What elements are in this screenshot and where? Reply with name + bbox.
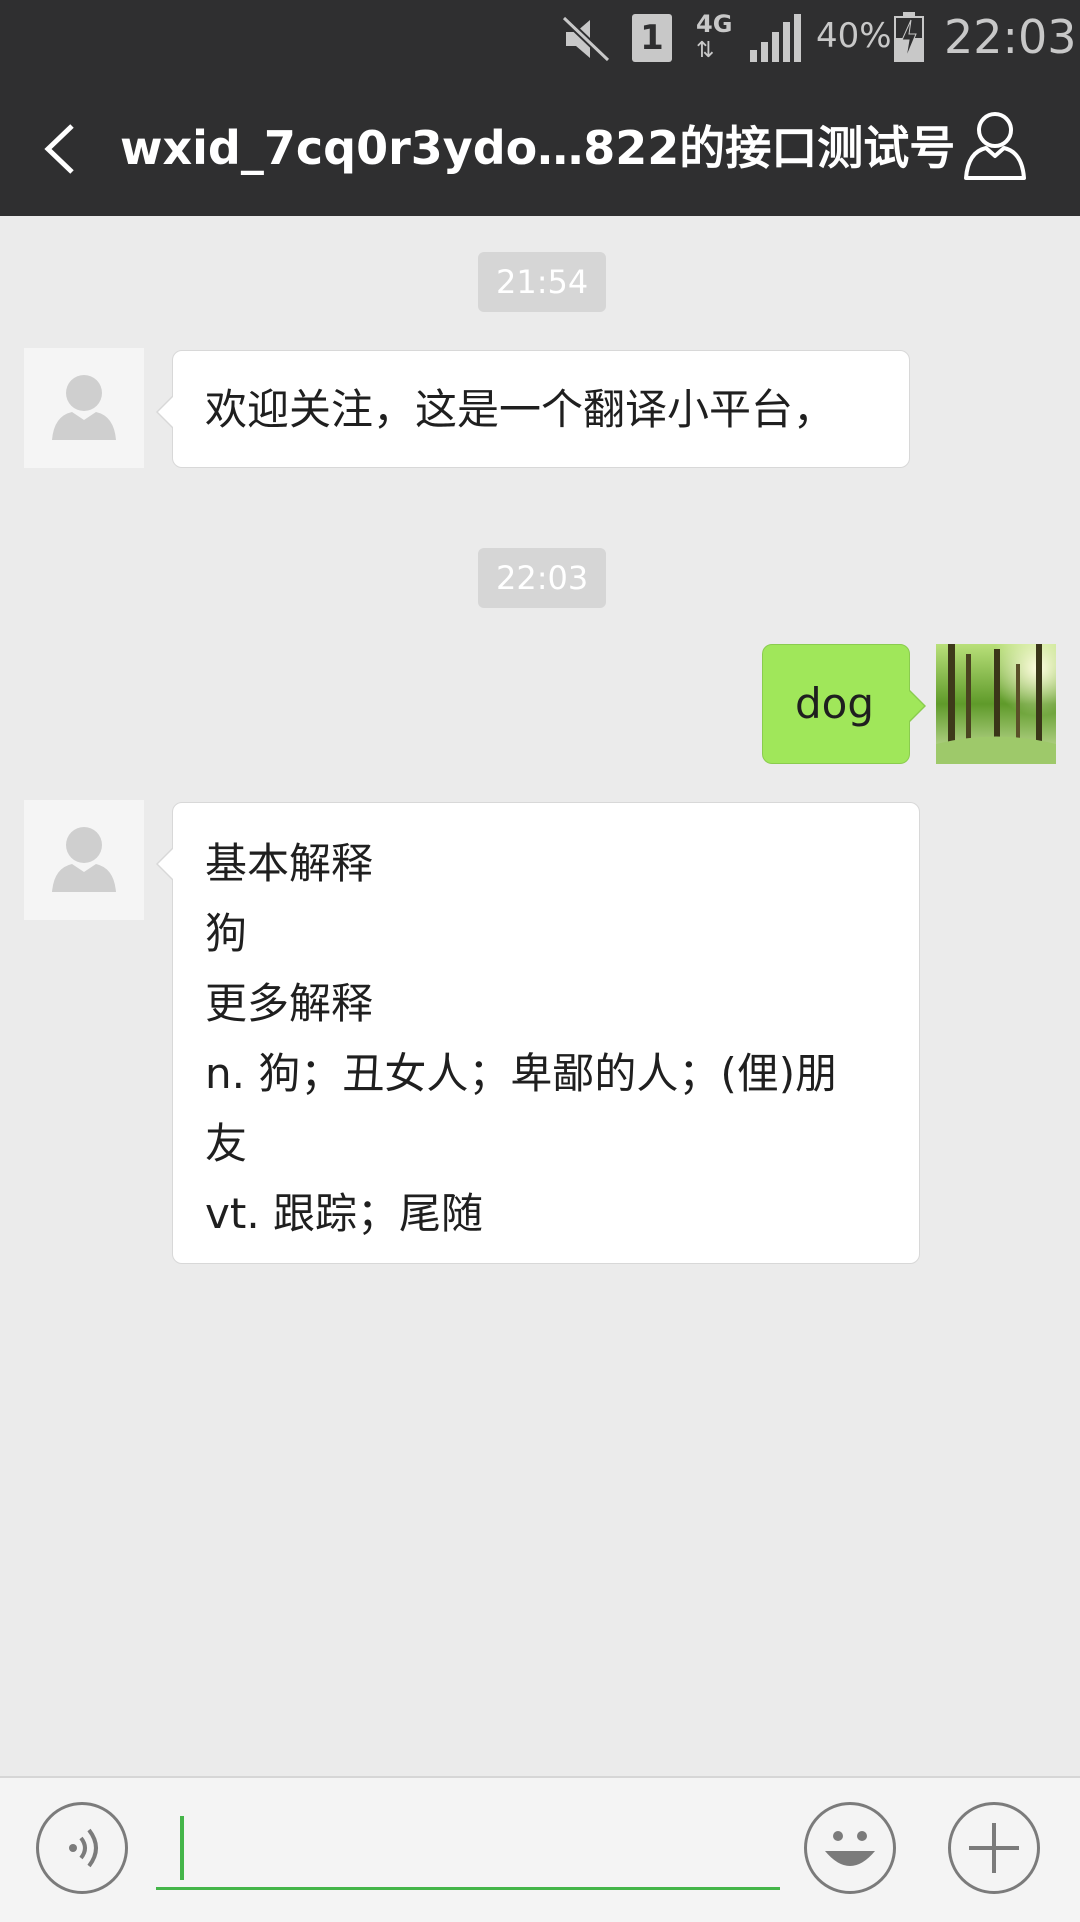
plus-icon — [969, 1823, 1019, 1873]
message-bubble-incoming[interactable]: 基本解释 狗 更多解释 n. 狗；丑女人；卑鄙的人；(俚)朋 友 vt. 跟踪；… — [156, 802, 920, 1264]
more-button[interactable] — [948, 1802, 1040, 1894]
message-text: 狗 — [205, 909, 248, 958]
emoji-button[interactable] — [804, 1802, 896, 1894]
contact-avatar[interactable] — [24, 348, 144, 468]
voice-icon — [69, 1828, 98, 1868]
voice-button[interactable] — [36, 1802, 128, 1894]
battery-charging-icon — [894, 12, 924, 62]
message-bubble-incoming[interactable]: 欢迎关注，这是一个翻译小平台， — [156, 350, 910, 468]
battery-percent: 40% — [816, 16, 892, 56]
mute-icon — [561, 15, 611, 63]
chat-header: wxid_7cq0r3ydo…822的接口测试号 — [0, 78, 1080, 216]
message-text: n. 狗；丑女人；卑鄙的人；(俚)朋 — [205, 1049, 838, 1098]
sim-icon: 1 — [632, 14, 672, 62]
timestamp: 21:54 — [478, 252, 607, 312]
network-label: 4G — [696, 10, 733, 38]
message-text: dog — [795, 679, 875, 728]
forest-photo-avatar — [936, 644, 1056, 764]
default-avatar-icon — [52, 375, 116, 440]
message-bubble-outgoing[interactable]: dog — [762, 644, 926, 764]
timestamp: 22:03 — [478, 548, 607, 608]
person-icon[interactable] — [960, 108, 1030, 184]
status-bar: 1 4G ⇅ 40% 22:03 — [0, 0, 1080, 78]
message-input[interactable] — [156, 1818, 780, 1890]
text-cursor — [180, 1816, 184, 1880]
message-text: 欢迎关注，这是一个翻译小平台， — [205, 385, 836, 434]
page-title: wxid_7cq0r3ydo…822的接口测试号 — [120, 121, 956, 175]
message-text: 友 — [205, 1119, 248, 1168]
message-text: 更多解释 — [205, 979, 374, 1028]
input-bar — [0, 1776, 1080, 1922]
clock: 22:03 — [944, 10, 1077, 64]
contact-avatar[interactable] — [24, 800, 144, 920]
message-text: 基本解释 — [205, 839, 374, 888]
message-text: vt. 跟踪；尾随 — [205, 1189, 484, 1238]
emoji-icon — [825, 1831, 875, 1866]
chevron-left-icon[interactable] — [30, 114, 90, 184]
default-avatar-icon — [52, 827, 116, 892]
my-avatar[interactable] — [936, 644, 1056, 764]
network-4g-icon: 4G ⇅ — [696, 10, 733, 63]
signal-icon — [750, 14, 801, 62]
